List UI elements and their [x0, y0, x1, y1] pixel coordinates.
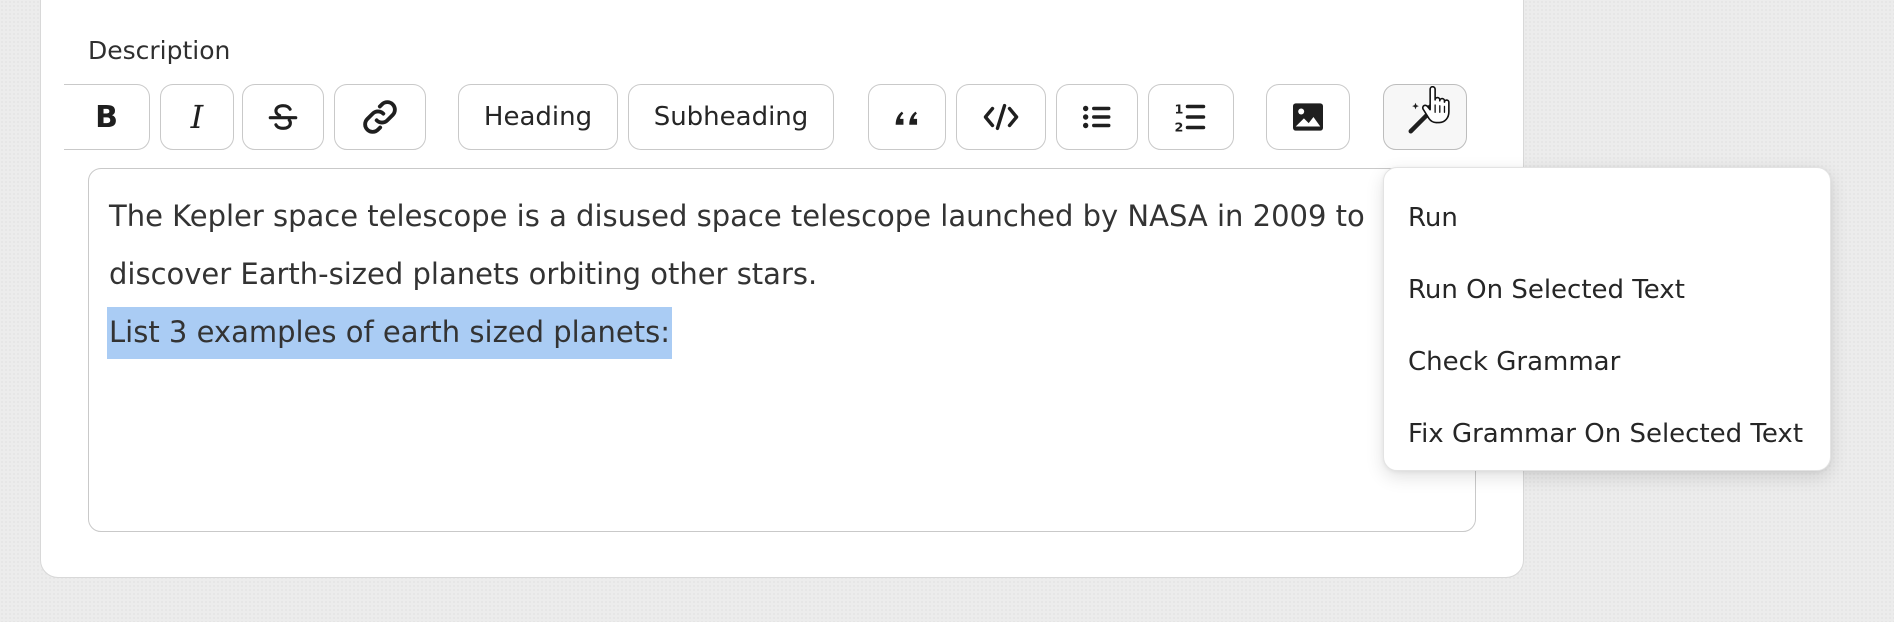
bullet-list-button[interactable]: [1056, 84, 1138, 150]
menu-item-run[interactable]: Run: [1384, 182, 1830, 254]
svg-text:2: 2: [1175, 120, 1184, 135]
bold-button[interactable]: B: [64, 84, 150, 150]
svg-text:1: 1: [1175, 102, 1184, 117]
magic-wand-icon: [1408, 101, 1441, 134]
code-icon: [983, 103, 1019, 131]
menu-item-run-on-selected-text[interactable]: Run On Selected Text: [1384, 254, 1830, 326]
link-icon: [363, 100, 397, 134]
code-button[interactable]: [956, 84, 1046, 150]
strikethrough-icon: [268, 104, 298, 130]
subheading-button[interactable]: Subheading: [628, 84, 834, 150]
italic-icon: I: [190, 98, 204, 136]
editor-paragraph-line: The Kepler space telescope is a disused …: [109, 199, 1365, 233]
image-button[interactable]: [1266, 84, 1350, 150]
menu-item-check-grammar[interactable]: Check Grammar: [1384, 326, 1830, 398]
ai-magic-button[interactable]: [1383, 84, 1467, 150]
selected-text[interactable]: List 3 examples of earth sized planets:: [107, 307, 672, 359]
numbered-list-button[interactable]: 1 2: [1148, 84, 1234, 150]
menu-item-fix-grammar-on-selected-text[interactable]: Fix Grammar On Selected Text: [1384, 398, 1830, 470]
description-editor[interactable]: The Kepler space telescope is a disused …: [88, 168, 1476, 532]
quote-icon: [895, 111, 918, 125]
ai-actions-menu: Run Run On Selected Text Check Grammar F…: [1383, 167, 1831, 471]
link-button[interactable]: [334, 84, 426, 150]
editor-content[interactable]: The Kepler space telescope is a disused …: [107, 187, 1475, 361]
editor-paragraph-line: discover Earth-sized planets orbiting ot…: [109, 257, 818, 291]
strikethrough-button[interactable]: [242, 84, 324, 150]
bold-icon: B: [95, 99, 118, 135]
quote-button[interactable]: [868, 84, 946, 150]
bullet-list-icon: [1082, 105, 1111, 129]
heading-button[interactable]: Heading: [458, 84, 618, 150]
description-label: Description: [88, 36, 231, 65]
image-icon: [1293, 103, 1323, 131]
italic-button[interactable]: I: [160, 84, 234, 150]
numbered-list-icon: 1 2: [1175, 102, 1206, 135]
